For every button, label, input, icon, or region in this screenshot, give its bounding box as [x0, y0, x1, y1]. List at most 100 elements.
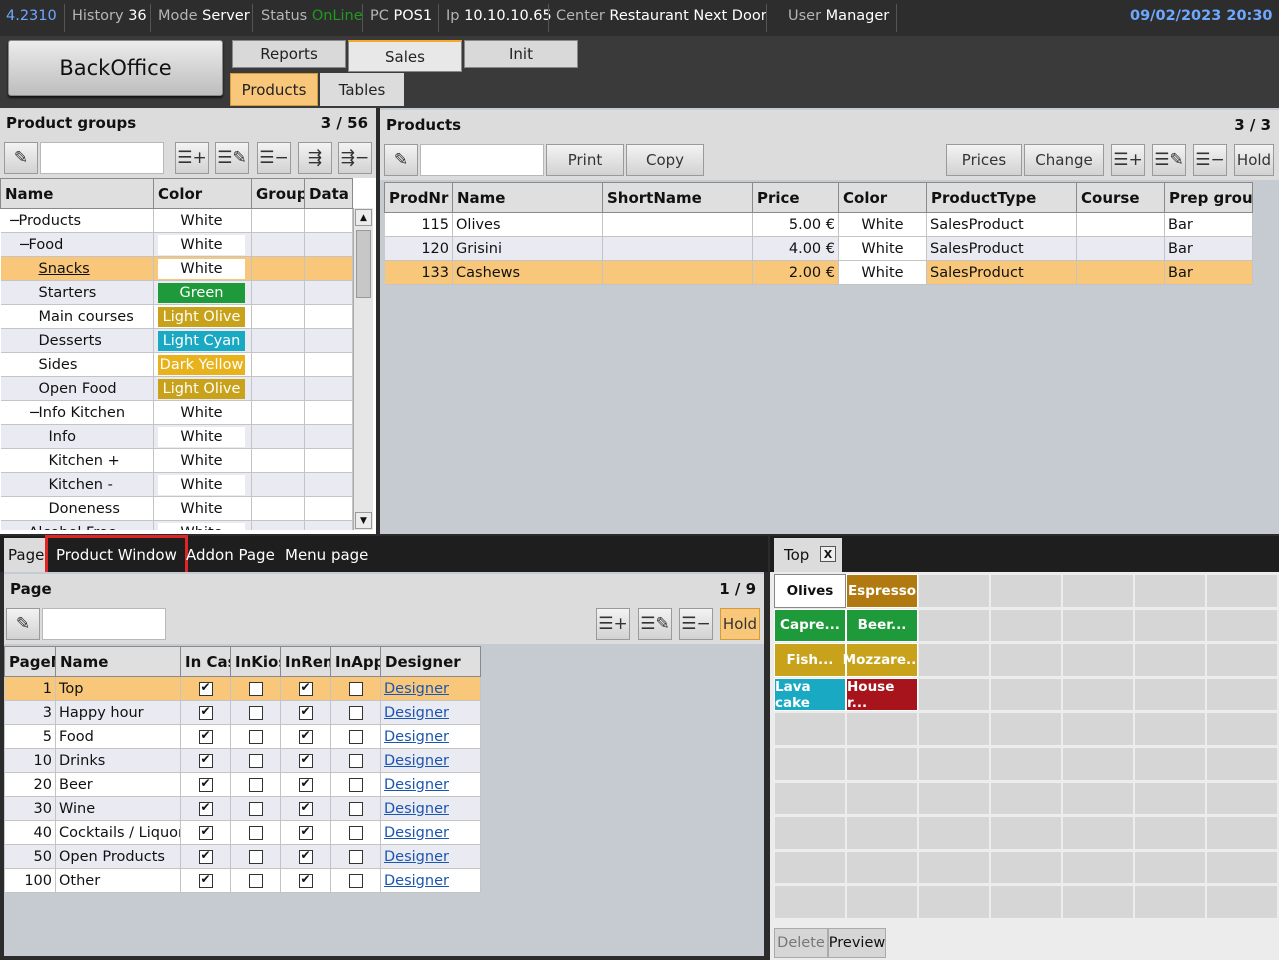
empty-tile[interactable]	[990, 850, 1062, 885]
empty-tile[interactable]	[990, 816, 1062, 850]
empty-tile[interactable]	[1062, 574, 1134, 608]
tree-toggle-icon[interactable]: −	[9, 213, 21, 229]
in-app-checkbox[interactable]	[348, 825, 363, 840]
in-app-checkbox[interactable]	[348, 729, 363, 744]
group-name-cell[interactable]: Desserts	[0, 328, 154, 353]
col-color[interactable]: Color	[153, 178, 252, 209]
remove-product-button[interactable]: ☰−	[1193, 144, 1227, 176]
products-hold-button[interactable]: Hold	[1234, 144, 1274, 176]
in-cash-checkbox[interactable]	[198, 752, 213, 768]
page-row[interactable]: 30Wine Designer	[4, 796, 481, 821]
col-shortname[interactable]: ShortName	[602, 182, 753, 213]
product-row[interactable]: 115 Olives 5.00 € White SalesProduct Bar	[384, 212, 1253, 237]
product-prep-cell[interactable]: Bar	[1164, 236, 1253, 261]
empty-tile[interactable]	[918, 747, 990, 781]
empty-tile[interactable]	[774, 712, 846, 746]
col-pagenr[interactable]: PageNr	[4, 646, 56, 677]
copy-button[interactable]: Copy	[626, 144, 704, 176]
empty-tile[interactable]	[1206, 677, 1278, 712]
group-row[interactable]: Kitchen + White	[0, 448, 353, 473]
empty-tile[interactable]	[1206, 850, 1278, 885]
in-kiosk-checkbox[interactable]	[248, 753, 263, 768]
empty-tile[interactable]	[1062, 643, 1134, 677]
empty-tile[interactable]	[774, 816, 846, 850]
group-row[interactable]: −Info Kitchen White	[0, 400, 353, 425]
col-prepgroup[interactable]: Prep group	[1164, 182, 1253, 213]
empty-tile[interactable]	[918, 816, 990, 850]
empty-tile[interactable]	[1134, 885, 1206, 919]
group-row[interactable]: Doneness White	[0, 496, 353, 521]
scroll-up-icon[interactable]: ▲	[355, 209, 372, 226]
product-type-cell[interactable]: SalesProduct	[926, 260, 1077, 285]
page-nr-cell[interactable]: 3	[4, 700, 56, 725]
page-row[interactable]: 100Other Designer	[4, 868, 481, 893]
page-name-cell[interactable]: Food	[55, 724, 181, 749]
tab-addon-page[interactable]: Addon Page	[182, 538, 279, 572]
empty-tile[interactable]	[1206, 781, 1278, 816]
empty-tile[interactable]	[1062, 850, 1134, 885]
empty-tile[interactable]	[1134, 781, 1206, 816]
group-name-cell[interactable]: −Alcohol Free	[0, 520, 154, 530]
group-name-cell[interactable]: −Products	[0, 208, 154, 233]
product-row[interactable]: 120 Grisini 4.00 € White SalesProduct Bar	[384, 236, 1253, 261]
tab-menu-page[interactable]: Menu page	[281, 538, 372, 572]
page-nr-cell[interactable]: 30	[4, 796, 56, 821]
empty-tile[interactable]	[846, 850, 918, 885]
page-name-cell[interactable]: Wine	[55, 796, 181, 821]
product-shortname-cell[interactable]	[602, 212, 753, 237]
empty-tile[interactable]	[774, 850, 846, 885]
in-remote-checkbox[interactable]	[298, 800, 313, 816]
col-course[interactable]: Course	[1076, 182, 1165, 213]
empty-tile[interactable]	[1206, 574, 1278, 608]
empty-tile[interactable]	[1134, 850, 1206, 885]
empty-tile[interactable]	[1206, 747, 1278, 781]
empty-tile[interactable]	[918, 574, 990, 608]
product-shortname-cell[interactable]	[602, 236, 753, 261]
in-app-checkbox[interactable]	[348, 681, 363, 696]
product-name-cell[interactable]: Cashews	[452, 260, 603, 285]
empty-tile[interactable]	[1206, 885, 1278, 919]
product-price-cell[interactable]: 4.00 €	[752, 236, 839, 261]
group-row[interactable]: −Food White	[0, 232, 353, 257]
empty-tile[interactable]	[846, 747, 918, 781]
empty-tile[interactable]	[990, 781, 1062, 816]
empty-tile[interactable]	[990, 574, 1062, 608]
col-in-remote[interactable]: InRemote	[280, 646, 331, 677]
product-prodnr-cell[interactable]: 133	[384, 260, 453, 285]
group-row[interactable]: Desserts Light Cyan	[0, 328, 353, 353]
group-row[interactable]: Kitchen - White	[0, 472, 353, 497]
group-name-cell[interactable]: Open Food	[0, 376, 154, 401]
preview-button[interactable]: Preview	[828, 928, 886, 958]
empty-tile[interactable]	[1134, 712, 1206, 746]
empty-tile[interactable]	[1062, 885, 1134, 919]
product-shortname-cell[interactable]	[602, 260, 753, 285]
empty-tile[interactable]	[990, 677, 1062, 712]
page-row[interactable]: 10Drinks Designer	[4, 748, 481, 773]
in-kiosk-checkbox[interactable]	[248, 705, 263, 720]
in-app-checkbox[interactable]	[348, 705, 363, 720]
product-tile[interactable]: House r...	[846, 677, 918, 712]
designer-link[interactable]: Designer	[384, 777, 449, 793]
empty-tile[interactable]	[990, 885, 1062, 919]
designer-link[interactable]: Designer	[384, 873, 449, 889]
empty-tile[interactable]	[846, 781, 918, 816]
tab-product-window[interactable]: Product Window	[45, 535, 188, 575]
empty-tile[interactable]	[1134, 574, 1206, 608]
empty-tile[interactable]	[1134, 677, 1206, 712]
designer-page-tab[interactable]: Top X	[774, 538, 842, 572]
product-tile[interactable]: Olives	[774, 574, 846, 608]
in-kiosk-checkbox[interactable]	[248, 729, 263, 744]
product-tile[interactable]: Capre...	[774, 608, 846, 643]
empty-tile[interactable]	[846, 712, 918, 746]
col-data[interactable]: Data	[304, 178, 353, 209]
add-subgroup-button[interactable]: ⇶	[298, 142, 332, 174]
in-kiosk-checkbox[interactable]	[248, 801, 263, 816]
empty-tile[interactable]	[774, 781, 846, 816]
tab-page[interactable]: Page	[4, 538, 49, 572]
page-row[interactable]: 1Top Designer	[4, 676, 481, 701]
group-row[interactable]: Starters Green	[0, 280, 353, 305]
in-kiosk-checkbox[interactable]	[248, 825, 263, 840]
page-row[interactable]: 40Cocktails / Liquor Designer	[4, 820, 481, 845]
in-remote-checkbox[interactable]	[298, 776, 313, 792]
scroll-down-icon[interactable]: ▼	[355, 512, 372, 529]
